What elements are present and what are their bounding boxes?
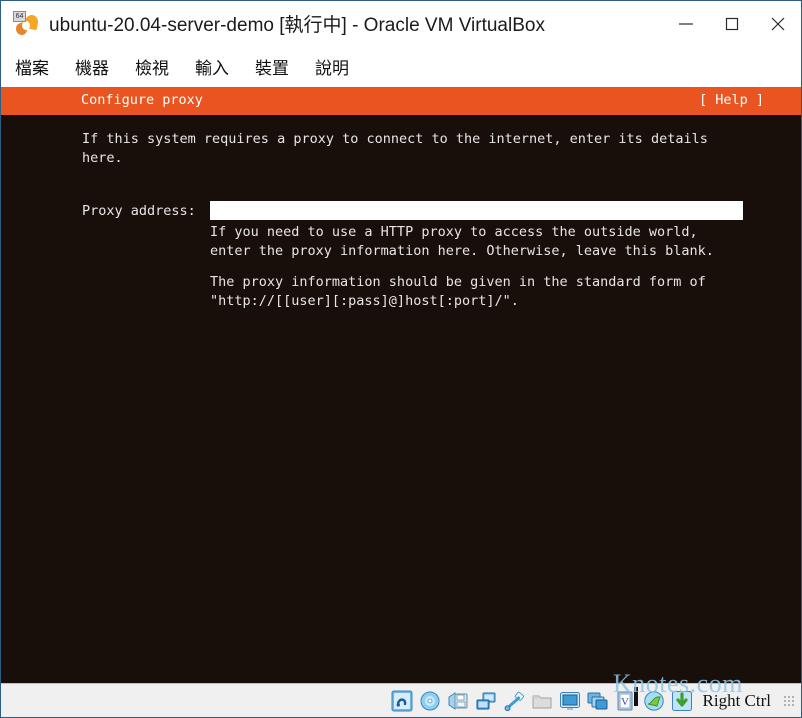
- floppy-disk-icon[interactable]: [447, 690, 469, 712]
- menu-item-help[interactable]: 說明: [315, 54, 349, 79]
- optical-disk-icon[interactable]: [419, 690, 441, 712]
- button-area: 1 [ Done ] [ Back ]: [1, 115, 801, 683]
- minimize-icon[interactable]: [663, 1, 709, 46]
- mouse-integration-icon[interactable]: [643, 690, 665, 712]
- menu-item-devices[interactable]: 裝置: [255, 54, 289, 79]
- installer-header: Configure proxy [ Help ]: [1, 87, 801, 115]
- usb-icon[interactable]: [503, 690, 525, 712]
- status-bar: V Right Ctrl: [1, 683, 801, 717]
- window-title: ubuntu-20.04-server-demo [執行中] - Oracle …: [49, 15, 545, 36]
- virtualbox-64-icon: 64: [13, 10, 40, 37]
- maximize-icon[interactable]: [709, 1, 755, 46]
- menu-item-view[interactable]: 檢視: [135, 54, 169, 79]
- recording-icon[interactable]: [587, 690, 609, 712]
- resize-grip-icon[interactable]: [783, 694, 795, 707]
- window-controls: [663, 1, 801, 46]
- window-title-bar[interactable]: 64 ubuntu-20.04-server-demo [執行中] - Orac…: [1, 1, 801, 46]
- host-key-label: Right Ctrl: [702, 690, 771, 710]
- shared-folder-icon[interactable]: [531, 690, 553, 712]
- display-icon[interactable]: [559, 690, 581, 712]
- svg-text:V: V: [621, 696, 629, 708]
- hard-disk-icon[interactable]: [391, 690, 413, 712]
- menu-item-input[interactable]: 輸入: [195, 54, 229, 79]
- text-caret: [634, 687, 638, 706]
- vm-display[interactable]: Configure proxy [ Help ] If this system …: [1, 87, 801, 683]
- help-button[interactable]: [ Help ]: [699, 92, 764, 108]
- menu-item-file[interactable]: 檔案: [15, 54, 49, 79]
- network-icon[interactable]: [475, 690, 497, 712]
- menu-item-machine[interactable]: 機器: [75, 54, 109, 79]
- terminal-body: If this system requires a proxy to conne…: [1, 115, 801, 683]
- page-title: Configure proxy: [81, 92, 203, 108]
- virtualbox-window: 64 ubuntu-20.04-server-demo [執行中] - Orac…: [0, 0, 802, 718]
- menu-bar: 檔案 機器 檢視 輸入 裝置 說明: [1, 46, 801, 86]
- keyboard-capture-icon[interactable]: [671, 690, 693, 712]
- close-icon[interactable]: [755, 1, 801, 46]
